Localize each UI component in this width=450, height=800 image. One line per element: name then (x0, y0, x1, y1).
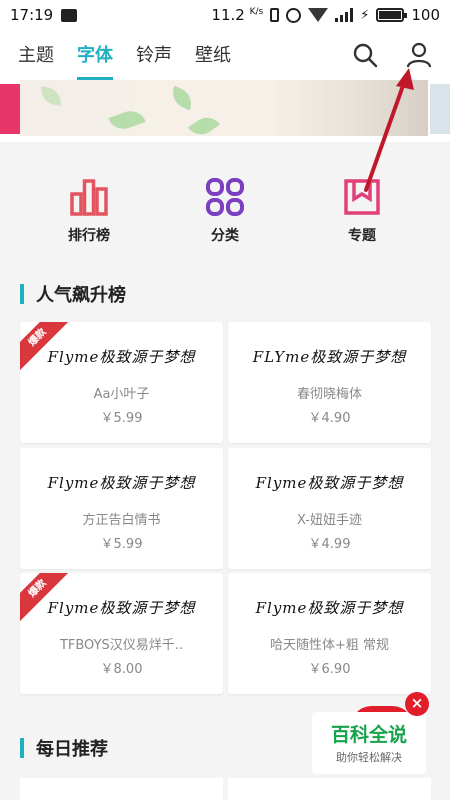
font-price: ￥5.99 (100, 537, 143, 552)
font-price: ￥6.90 (308, 662, 351, 677)
promo-banner[interactable] (0, 80, 450, 142)
banner-image (20, 80, 428, 141)
font-card[interactable]: Flyme极致源于梦想 X-妞妞手迹 ￥4.99 (228, 448, 431, 569)
font-card[interactable]: Flyme极致源于梦想 方正告白情书 ￥5.99 (20, 448, 223, 569)
category-classify[interactable]: 分类 (180, 177, 270, 245)
font-preview: FLYme极致源于梦想 (252, 348, 407, 366)
font-price: ￥4.90 (308, 411, 351, 426)
signal-icon (335, 8, 354, 22)
close-icon[interactable]: × (405, 692, 429, 716)
user-icon[interactable] (406, 42, 432, 68)
search-icon[interactable] (352, 42, 378, 68)
font-card[interactable]: 爆款 Flyme极致源于梦想 Aa小叶子 ￥5.99 (20, 322, 223, 443)
font-price: ￥4.99 (308, 537, 351, 552)
status-time: 17:19 (10, 6, 54, 24)
network-speed: 11.2 K/s (211, 6, 264, 24)
category-icon (205, 177, 245, 217)
banner-next-peek (430, 84, 450, 134)
section-title-daily: 每日推荐 (20, 735, 108, 761)
ranking-icon (69, 177, 109, 217)
wifi-icon (308, 8, 329, 22)
font-preview: Flyme极致源于梦想 (255, 599, 404, 617)
font-name: X-妞妞手迹 (297, 513, 362, 528)
font-name: 方正告白情书 (82, 513, 161, 528)
daily-card[interactable] (20, 778, 223, 800)
category-row: 排行榜 分类 专题 (0, 142, 450, 262)
font-name: 哈天随性体+粗 常规 (269, 638, 390, 653)
font-price: ￥8.00 (100, 662, 143, 677)
font-price: ￥5.99 (100, 411, 143, 426)
alarm-icon (286, 7, 302, 23)
battery-icon (376, 8, 408, 22)
font-card[interactable]: Flyme极致源于梦想 哈天随性体+粗 常规 ￥6.90 (228, 573, 431, 694)
topic-icon (342, 177, 382, 217)
status-bar: 17:19 11.2 K/s ⚡ 100 (0, 0, 450, 30)
font-name: Aa小叶子 (93, 387, 150, 402)
font-preview: Flyme极致源于梦想 (47, 474, 196, 492)
category-ranking[interactable]: 排行榜 (44, 177, 134, 245)
font-preview: Flyme极致源于梦想 (47, 348, 196, 366)
banner-prev-peek (0, 84, 20, 134)
tab-font[interactable]: 字体 (77, 41, 113, 80)
tab-wallpaper[interactable]: 壁纸 (195, 41, 231, 69)
charging-icon: ⚡ (360, 7, 370, 23)
message-icon (61, 8, 78, 22)
font-name: TFBOYS汉仪易烊千.. (59, 638, 184, 653)
font-preview: Flyme极致源于梦想 (255, 474, 404, 492)
top-nav: 主题 字体 铃声 壁纸 (0, 30, 450, 80)
font-name: 春彻晓梅体 (296, 387, 362, 402)
battery-level: 100 (411, 6, 440, 24)
font-card[interactable]: FLYme极致源于梦想 春彻晓梅体 ￥4.90 (228, 322, 431, 443)
section-title-popular: 人气飙升榜 (20, 281, 126, 307)
category-topic[interactable]: 专题 (317, 177, 407, 245)
tab-ringtone[interactable]: 铃声 (136, 41, 172, 69)
tab-theme[interactable]: 主题 (18, 41, 54, 69)
font-preview: Flyme极致源于梦想 (47, 599, 196, 617)
font-card[interactable]: 爆款 Flyme极致源于梦想 TFBOYS汉仪易烊千.. ￥8.00 (20, 573, 223, 694)
daily-card[interactable] (228, 778, 431, 800)
vibrate-icon (270, 8, 280, 22)
watermark-badge: 百科全说 助你轻松解决 (312, 712, 426, 774)
